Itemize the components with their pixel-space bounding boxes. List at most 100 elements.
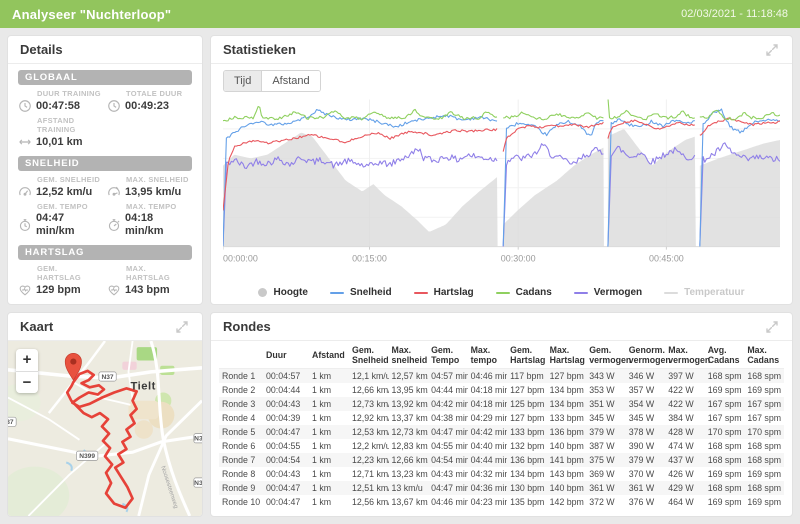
lap-cell: 04:47 min/km <box>428 425 468 439</box>
lap-cell: 390 W <box>626 439 666 453</box>
heart-icon <box>18 283 32 297</box>
legend-item-snelheid[interactable]: Snelheid <box>330 287 392 298</box>
stat-max-hartslag: MAX. HARTSLAG143 bpm <box>107 264 192 297</box>
laps-panel-header: Rondes <box>211 313 792 341</box>
x-axis-tick-label: 00:00:00 <box>223 254 258 264</box>
expand-icon[interactable] <box>174 319 190 335</box>
stat-label: TOTALE DUUR <box>126 89 192 98</box>
stat-value: 00:47:58 <box>36 100 80 113</box>
legend-swatch <box>414 292 428 294</box>
column-header-duur: Duur <box>263 341 309 369</box>
stat-value: 10,01 km <box>36 136 82 149</box>
x-axis-tick-label: 00:45:00 <box>649 254 684 264</box>
stat-value: 143 bpm <box>125 284 170 297</box>
statistics-panel: Statistieken Tijd Afstand 00:00:0000:15:… <box>210 35 793 305</box>
details-body: GLOBAALDUUR TRAINING00:47:58TOTALE DUUR0… <box>8 64 202 304</box>
column-header-gem-vermogen: Gem. vermogen <box>586 341 626 369</box>
lap-cell: 130 bpm <box>507 481 547 495</box>
stat-value: 13,95 km/u <box>125 186 181 199</box>
speedometer-icon <box>18 185 32 199</box>
lap-cell: 12,23 km/u <box>349 453 389 467</box>
lap-cell: 12,73 km/u <box>389 425 429 439</box>
expand-icon[interactable] <box>764 319 780 335</box>
lap-cell: 426 W <box>665 467 705 481</box>
lap-cell: 04:36 min/km <box>468 481 508 495</box>
legend-item-hoogte[interactable]: Hoogte <box>258 287 307 298</box>
lap-cell: 351 W <box>586 397 626 411</box>
lap-cell: 345 W <box>626 411 666 425</box>
lap-cell: 136 bpm <box>547 425 587 439</box>
legend-item-hartslag[interactable]: Hartslag <box>414 287 474 298</box>
table-row[interactable]: Ronde 700:04:541 km12,23 km/u12,66 km/u0… <box>219 453 784 467</box>
lap-cell: 357 W <box>626 383 666 397</box>
lap-cell: 170 spm <box>744 425 784 439</box>
legend-item-temperatuur[interactable]: Temperatuur <box>664 287 744 298</box>
lap-cell: 168 spm <box>744 369 784 384</box>
lap-cell: 00:04:39 <box>263 411 309 425</box>
lap-cell: 00:04:43 <box>263 397 309 411</box>
stat-duur-training: DUUR TRAINING00:47:58 <box>18 89 103 113</box>
lap-cell: 169 spm <box>744 495 784 509</box>
statistics-chart[interactable]: 00:00:0000:15:0000:30:0000:45:00 <box>223 97 780 283</box>
x-axis-tick-label: 00:30:00 <box>501 254 536 264</box>
column-header-gem-tempo: Gem. Tempo <box>428 341 468 369</box>
column-header-afstand: Afstand <box>309 341 349 369</box>
zoom-in-button[interactable]: + <box>16 349 38 371</box>
legend-swatch <box>330 292 344 294</box>
lap-cell: 04:43 min/km <box>428 467 468 481</box>
column-header-empty <box>219 341 263 369</box>
road-badge-partial: N37 <box>8 417 16 426</box>
lap-cell: 1 km <box>309 411 349 425</box>
map-panel-header: Kaart <box>8 313 202 341</box>
table-row[interactable]: Ronde 200:04:441 km12,66 km/u13,95 km/u0… <box>219 383 784 397</box>
tab-tijd[interactable]: Tijd <box>224 71 261 91</box>
stopwatch-max-icon <box>107 218 121 232</box>
stopwatch-icon <box>18 218 32 232</box>
column-header-gem-snelheid: Gem. Snelheid <box>349 341 389 369</box>
legend-label: Vermogen <box>594 287 642 298</box>
table-row[interactable]: Ronde 800:04:431 km12,71 km/u13,23 km/u0… <box>219 467 784 481</box>
table-row[interactable]: Ronde 900:04:471 km12,51 km/u13 km/u04:4… <box>219 481 784 495</box>
lap-cell: 370 W <box>626 467 666 481</box>
lap-cell: 13,23 km/u <box>389 467 429 481</box>
lap-cell: 422 W <box>665 397 705 411</box>
legend-swatch <box>574 292 588 294</box>
table-row[interactable]: Ronde 100:04:571 km12,1 km/u12,57 km/u04… <box>219 369 784 384</box>
stat-value: 04:18 min/km <box>125 212 192 238</box>
table-row[interactable]: Ronde 400:04:391 km12,92 km/u13,37 km/u0… <box>219 411 784 425</box>
chart-svg[interactable]: 00:00:0000:15:0000:30:0000:45:00 <box>223 97 780 273</box>
expand-icon[interactable] <box>764 42 780 58</box>
lap-cell: 04:47 min/km <box>428 481 468 495</box>
table-row[interactable]: Ronde 300:04:431 km12,73 km/u13,92 km/u0… <box>219 397 784 411</box>
zoom-out-button[interactable]: − <box>16 371 38 393</box>
table-row[interactable]: Ronde 1000:04:471 km12,56 km/u13,67 km/u… <box>219 495 784 509</box>
lap-cell: 168 spm <box>705 369 745 384</box>
map-zoom-controls: + − <box>16 349 38 393</box>
series-cadans <box>608 98 695 120</box>
lap-cell: 375 W <box>586 453 626 467</box>
lap-cell: 12,51 km/u <box>349 481 389 495</box>
lap-cell: 00:04:43 <box>263 467 309 481</box>
lap-cell: 00:04:44 <box>263 383 309 397</box>
tab-afstand[interactable]: Afstand <box>261 71 319 91</box>
road-badge-partial: N3 <box>194 478 202 487</box>
legend-item-vermogen[interactable]: Vermogen <box>574 287 642 298</box>
table-row[interactable]: Ronde 500:04:471 km12,53 km/u12,73 km/u0… <box>219 425 784 439</box>
svg-text:N399: N399 <box>79 453 95 460</box>
map-urban-area <box>135 420 153 439</box>
lap-cell: 134 bpm <box>507 467 547 481</box>
lap-cell: 13,95 km/u <box>389 383 429 397</box>
stat-gem-tempo: GEM. TEMPO04:47 min/km <box>18 202 103 238</box>
lap-cell: 1 km <box>309 369 349 384</box>
lap-cell: 354 W <box>626 397 666 411</box>
stat-grid: DUUR TRAINING00:47:58TOTALE DUUR00:49:23… <box>18 89 192 152</box>
lap-cell: 04:44 min/km <box>468 453 508 467</box>
table-row[interactable]: Ronde 600:04:551 km12,2 km/u12,83 km/u04… <box>219 439 784 453</box>
legend-item-cadans[interactable]: Cadans <box>496 287 552 298</box>
map-canvas[interactable]: N37 N399 N3 N3 <box>8 341 202 516</box>
lap-cell: 04:46 min/km <box>468 369 508 384</box>
lap-cell: 00:04:47 <box>263 495 309 509</box>
lap-label: Ronde 3 <box>219 397 263 411</box>
legend-swatch <box>258 288 267 297</box>
lap-cell: 04:40 min/km <box>468 439 508 453</box>
